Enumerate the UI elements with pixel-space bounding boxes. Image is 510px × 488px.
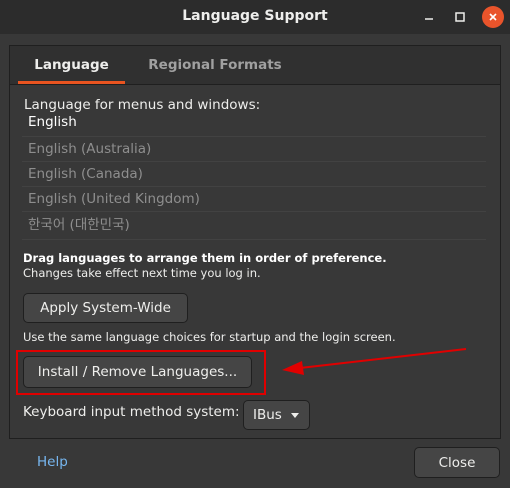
close-window-button[interactable] (482, 6, 504, 28)
language-item[interactable]: English (United Kingdom) (22, 187, 486, 212)
language-item[interactable]: English (Canada) (22, 162, 486, 187)
language-item[interactable]: English (Australia) (22, 137, 486, 162)
tab-language[interactable]: Language (18, 46, 125, 84)
minimize-icon (425, 18, 433, 20)
language-item[interactable]: English (22, 114, 486, 137)
restart-hint: Changes take effect next time you log in… (23, 266, 261, 280)
help-link[interactable]: Help (37, 454, 68, 470)
keyboard-input-value: IBus (253, 407, 282, 423)
minimize-button[interactable] (418, 6, 440, 28)
annotation-highlight-box (16, 350, 266, 395)
tab-bar: Language Regional Formats (10, 46, 500, 85)
language-section-label: Language for menus and windows: (24, 97, 261, 113)
close-button[interactable]: Close (414, 447, 500, 478)
maximize-icon (455, 12, 465, 22)
title-bar: Language Support (0, 0, 510, 34)
tab-regional-formats[interactable]: Regional Formats (135, 46, 295, 84)
chevron-down-icon (291, 413, 299, 418)
notebook: Language Regional Formats Language for m… (9, 45, 501, 439)
keyboard-input-combo[interactable]: IBus (243, 400, 310, 430)
apply-system-wide-button[interactable]: Apply System-Wide (23, 293, 188, 323)
annotation-arrow-icon (282, 348, 467, 375)
language-item[interactable]: 한국어 (대한민국) (22, 212, 486, 240)
language-list[interactable]: English English (Australia) English (Can… (22, 114, 486, 240)
drag-hint: Drag languages to arrange them in order … (23, 251, 387, 265)
maximize-button[interactable] (449, 6, 471, 28)
apply-note: Use the same language choices for startu… (23, 330, 396, 344)
close-icon (489, 13, 497, 21)
keyboard-input-label: Keyboard input method system: (23, 404, 240, 420)
